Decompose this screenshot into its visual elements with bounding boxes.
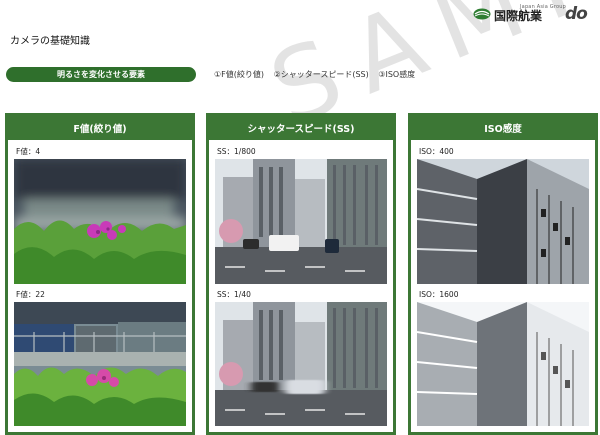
page-title: カメラの基礎知識 <box>10 36 90 47</box>
photo-caption: SS：1/40 <box>217 290 251 299</box>
factor-shutter: ②シャッタースピード(SS) <box>273 70 369 79</box>
factor-aperture: ①F値(絞り値) <box>214 70 265 79</box>
brand-logo-icon <box>473 8 491 20</box>
column-aperture: F値(絞り値) F値：4 F値：22 <box>5 113 195 435</box>
photo-caption: ISO：400 <box>419 147 454 156</box>
photo-flower-bokeh <box>14 159 186 284</box>
photo-caption: SS：1/800 <box>217 147 256 156</box>
photo-caption: F値：4 <box>16 147 41 156</box>
photo-street-frozen <box>215 159 387 284</box>
section-pill: 明るさを変化させる要素 <box>6 67 196 82</box>
factor-iso: ③ISO感度 <box>378 70 416 79</box>
photo-caption: F値：22 <box>16 290 45 299</box>
column-iso: ISO感度 ISO：400 ISO：1600 <box>408 113 598 435</box>
photo-building-normal <box>417 159 589 284</box>
column-title: ISO感度 <box>411 116 595 140</box>
column-title: シャッタースピード(SS) <box>209 116 393 140</box>
photo-caption: ISO：1600 <box>419 290 459 299</box>
brand-name: 国際航業 <box>494 9 543 23</box>
photo-flower-sharp <box>14 302 186 426</box>
photo-building-bright <box>417 302 589 426</box>
column-title: F値(絞り値) <box>8 116 192 140</box>
do-logo: do <box>565 4 588 24</box>
photo-street-motion <box>215 302 387 426</box>
factor-list: ①F値(絞り値) ②シャッタースピード(SS) ③ISO感度 <box>214 69 422 80</box>
column-shutter: シャッタースピード(SS) SS：1/800 SS：1/40 <box>206 113 396 435</box>
